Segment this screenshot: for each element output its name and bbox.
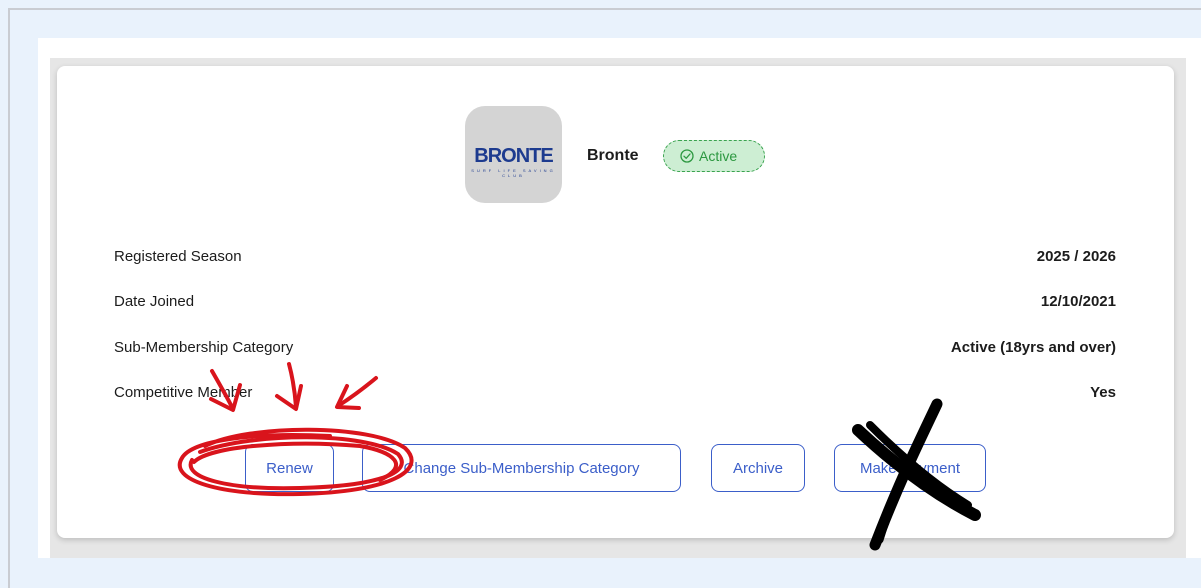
competitive-member-value: Yes	[1090, 384, 1116, 401]
club-logo-subtext: SURF LIFE SAVING CLUB	[471, 168, 556, 178]
registered-season-value: 2025 / 2026	[1036, 248, 1116, 265]
sub-membership-category-label: Sub-Membership Category	[114, 339, 294, 356]
club-logo-text: BRONTE	[474, 145, 553, 167]
club-name: Bronte	[587, 147, 639, 164]
check-circle-icon	[680, 149, 694, 163]
archive-button[interactable]: Archive	[711, 444, 805, 492]
registered-season-label: Registered Season	[114, 248, 242, 265]
sub-membership-category-value: Active (18yrs and over)	[950, 339, 1116, 356]
club-logo: BRONTE SURF LIFE SAVING CLUB	[465, 106, 562, 203]
status-label: Active	[699, 148, 738, 164]
date-joined-label: Date Joined	[114, 293, 195, 310]
date-joined-value: 12/10/2021	[1040, 293, 1116, 310]
status-badge: Active	[663, 140, 765, 172]
change-sub-membership-category-button[interactable]: Change Sub-Membership Category	[362, 444, 681, 492]
competitive-member-label: Competitive Member	[114, 384, 253, 401]
renew-button[interactable]: Renew	[245, 444, 334, 492]
make-payment-button[interactable]: Make Payment	[834, 444, 986, 492]
